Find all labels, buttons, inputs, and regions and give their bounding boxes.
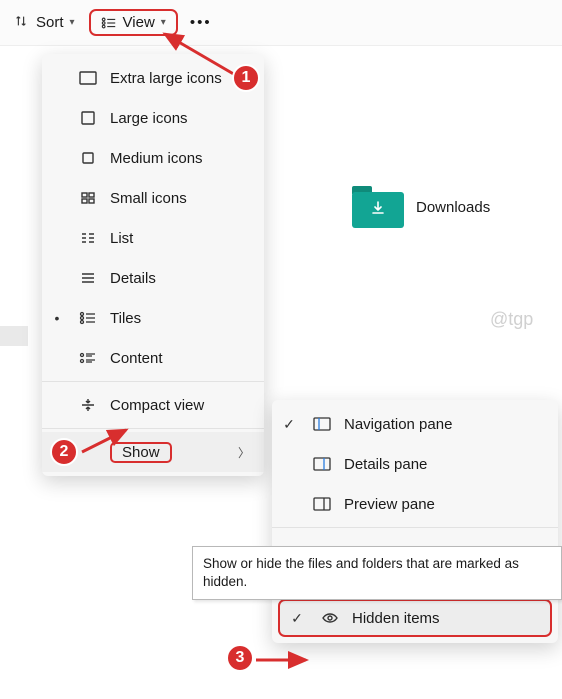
- menu-item-label: Compact view: [110, 397, 256, 414]
- show-menu-item-navigation-pane[interactable]: ✓ Navigation pane: [272, 404, 558, 444]
- view-menu-item-small[interactable]: Small icons: [42, 178, 264, 218]
- command-bar: Sort ▾ View ▾ •••: [0, 0, 562, 46]
- menu-item-label: Details: [110, 270, 256, 287]
- content-icon: [76, 351, 100, 365]
- check-icon: ✓: [278, 416, 300, 433]
- sort-label: Sort: [36, 14, 64, 31]
- selected-dot-icon: •: [48, 310, 66, 326]
- folder-item-downloads[interactable]: Downloads: [352, 186, 490, 228]
- check-icon: ✓: [286, 610, 308, 627]
- details-pane-icon: [310, 457, 334, 471]
- menu-item-label: List: [110, 230, 256, 247]
- sort-button[interactable]: Sort ▾: [4, 10, 85, 36]
- chevron-down-icon: ▾: [161, 17, 166, 28]
- small-icons-icon: [76, 191, 100, 205]
- menu-item-label: Navigation pane: [344, 416, 548, 433]
- details-icon: [76, 271, 100, 285]
- extra-large-icons-icon: [76, 71, 100, 85]
- view-icon: [101, 16, 117, 30]
- list-icon: [76, 231, 100, 245]
- menu-item-label: Medium icons: [110, 150, 256, 167]
- preview-pane-icon: [310, 497, 334, 511]
- menu-item-label: Large icons: [110, 110, 256, 127]
- compact-view-icon: [76, 398, 100, 412]
- view-menu-item-list[interactable]: List: [42, 218, 264, 258]
- view-menu-item-large[interactable]: Large icons: [42, 98, 264, 138]
- view-menu-item-content[interactable]: Content: [42, 338, 264, 378]
- tiles-icon: [76, 311, 100, 325]
- annotation-badge-2: 2: [50, 438, 78, 466]
- show-menu-item-details-pane[interactable]: Details pane: [272, 444, 558, 484]
- view-menu-item-compact[interactable]: Compact view: [42, 385, 264, 425]
- chevron-down-icon: ▾: [70, 17, 75, 28]
- medium-icons-icon: [76, 151, 100, 165]
- sort-icon: [14, 14, 30, 32]
- large-icons-icon: [76, 111, 100, 125]
- annotation-badge-3: 3: [226, 644, 254, 672]
- menu-item-label: Content: [110, 350, 256, 367]
- menu-item-label: Tiles: [110, 310, 256, 327]
- folder-icon: [352, 186, 404, 228]
- view-menu-item-tiles[interactable]: • Tiles: [42, 298, 264, 338]
- view-menu-item-details[interactable]: Details: [42, 258, 264, 298]
- annotation-arrow-3: [254, 650, 314, 670]
- selection-strip: [0, 326, 28, 346]
- menu-item-label: Hidden items: [352, 610, 540, 627]
- view-menu-item-medium[interactable]: Medium icons: [42, 138, 264, 178]
- watermark: @tgp: [490, 309, 533, 330]
- hidden-items-icon: [318, 611, 342, 625]
- menu-item-label: Small icons: [110, 190, 256, 207]
- menu-item-label: Preview pane: [344, 496, 548, 513]
- folder-label: Downloads: [416, 199, 490, 216]
- menu-item-label: Details pane: [344, 456, 548, 473]
- show-menu-item-hidden-items[interactable]: ✓ Hidden items: [278, 599, 552, 637]
- tooltip: Show or hide the files and folders that …: [192, 546, 562, 600]
- show-submenu: ✓ Navigation pane Details pane Preview p…: [272, 400, 558, 643]
- navigation-pane-icon: [310, 417, 334, 431]
- view-label: View: [123, 14, 155, 31]
- show-menu-item-preview-pane[interactable]: Preview pane: [272, 484, 558, 524]
- view-menu: Extra large icons Large icons Medium ico…: [42, 54, 264, 476]
- annotation-badge-1: 1: [232, 64, 260, 92]
- annotation-arrow-2: [78, 424, 138, 464]
- chevron-right-icon: 〉: [238, 444, 256, 461]
